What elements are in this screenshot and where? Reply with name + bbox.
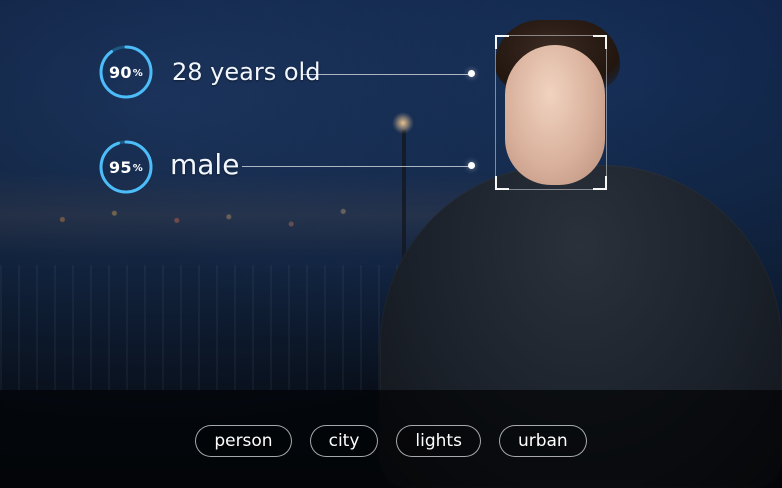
street-lamp-light [392, 112, 414, 134]
gender-confidence-ring: 95% [96, 137, 156, 197]
age-confidence-value: 90 [109, 62, 132, 82]
gender-connector-line [242, 166, 472, 167]
age-text: 28 years old [172, 58, 321, 86]
gender-connector-dot [468, 162, 475, 169]
frame-corner-bottom-left [495, 176, 509, 190]
gender-confidence-value: 95 [109, 157, 132, 177]
age-confidence-label: 90% [96, 42, 156, 102]
gender-confidence-label: 95% [96, 137, 156, 197]
frame-corner-top-right [593, 35, 607, 49]
tag-urban[interactable]: urban [498, 425, 587, 457]
tag-person[interactable]: person [195, 425, 292, 457]
age-connector-dot [468, 70, 475, 77]
tag-lights[interactable]: lights [396, 425, 481, 457]
age-confidence-ring: 90% [96, 42, 156, 102]
frame-corner-top-left [495, 35, 509, 49]
frame-corner-bottom-right [593, 176, 607, 190]
railing-background [0, 265, 420, 390]
gender-confidence-unit: % [132, 162, 143, 174]
age-confidence-unit: % [132, 67, 143, 79]
gender-text: male [170, 148, 240, 181]
age-connector-line [302, 74, 472, 75]
face-detection-box [495, 35, 607, 190]
tag-list: person city lights urban [0, 425, 782, 457]
tag-city[interactable]: city [309, 425, 379, 457]
face-analysis-screen: 90% 28 years old 95% male person city li… [0, 0, 782, 488]
